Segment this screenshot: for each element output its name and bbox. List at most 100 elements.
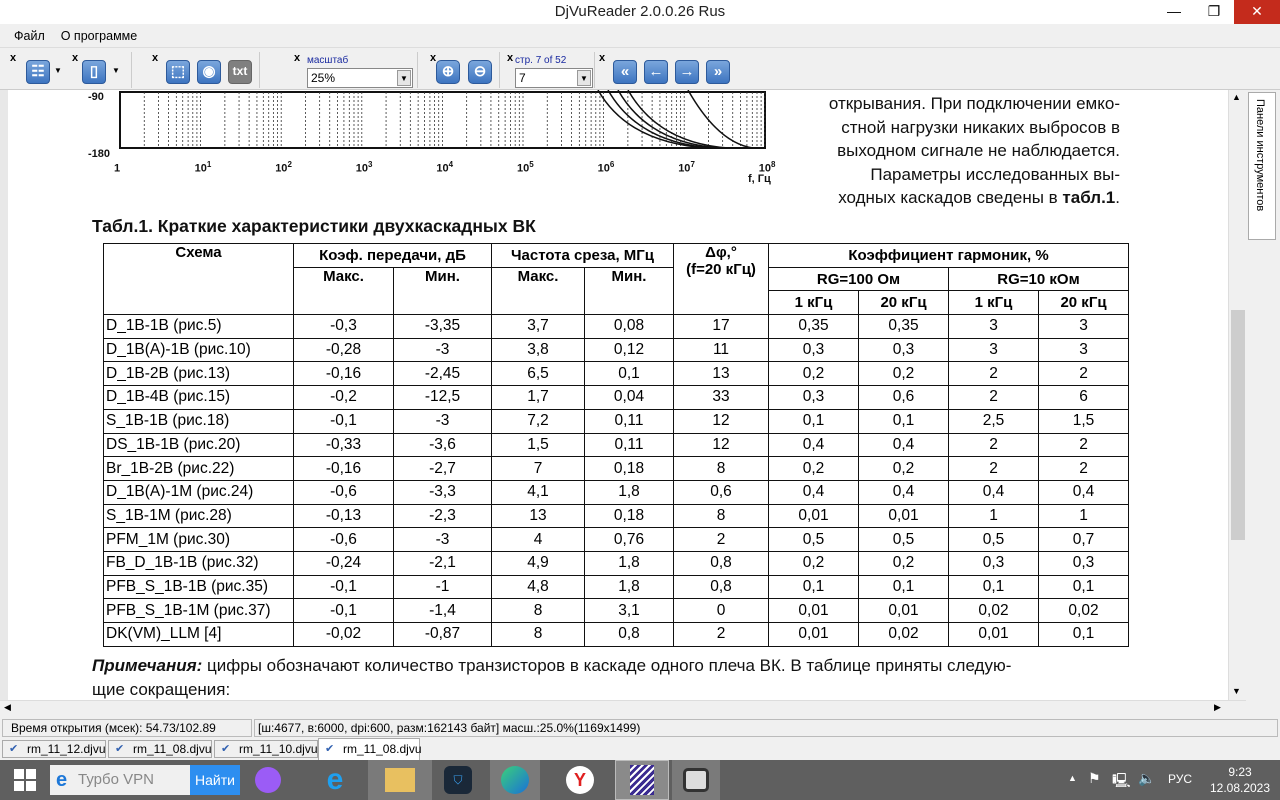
zoom-select[interactable]: 25% ▼ <box>307 68 413 88</box>
first-page-icon[interactable]: « <box>613 60 637 84</box>
header-rg10k: RG=10 кОм <box>948 266 1129 292</box>
minimize-button[interactable]: — <box>1154 0 1194 24</box>
cell-value: -12,5 <box>393 385 492 410</box>
header-phase-freq: (f=20 кГц) <box>686 261 756 278</box>
chevron-down-icon[interactable]: ▼ <box>112 66 120 75</box>
paragraph-line: стной нагрузки никаких выбросов в <box>841 117 1120 137</box>
next-page-icon[interactable]: → <box>675 60 699 84</box>
cell-scheme: Br_1B-2B (рис.22) <box>103 456 294 481</box>
action-center-flag-icon[interactable]: ⚑ <box>1088 770 1101 787</box>
close-button[interactable]: ✕ <box>1234 0 1280 24</box>
toolbar: x ☷ ▼ x ▯ ▼ x ⬚ ◉ txt x масштаб 25% ▼ x ⊕ ⊖… <box>0 50 1280 90</box>
taskbar: e Турбо VPN Найти e ⛉ Y ▲ ⚑ 🖳 🔈 РУС 9:23 1… <box>0 760 1280 800</box>
tab-document[interactable]: ✔ rm_11_08.djvu <box>108 740 212 758</box>
image-icon[interactable]: ◉ <box>197 60 221 84</box>
close-icon[interactable]: x <box>72 52 78 64</box>
chevron-down-icon[interactable]: ▼ <box>397 70 411 86</box>
language-indicator[interactable]: РУС <box>1168 772 1192 786</box>
close-icon[interactable]: x <box>10 52 16 64</box>
cell-value: 0,4 <box>858 479 949 505</box>
search-button[interactable]: Найти <box>190 765 240 795</box>
scroll-left-icon[interactable]: ◀ <box>4 702 11 713</box>
search-input[interactable]: e Турбо VPN <box>50 765 190 795</box>
restore-button[interactable]: ❐ <box>1194 0 1234 24</box>
cell-value: 3,8 <box>491 337 585 363</box>
menu-file[interactable]: Файл <box>6 29 53 43</box>
vertical-scroll-thumb[interactable] <box>1231 310 1245 540</box>
cell-value: 0,01 <box>858 503 949 529</box>
cell-value: 12 <box>673 408 769 434</box>
edge-app[interactable] <box>490 760 540 800</box>
page-select[interactable]: 7 ▼ <box>515 68 593 88</box>
cell-scheme: PFB_S_1B-1M (рис.37) <box>103 598 294 623</box>
page-layout-icon[interactable]: ▯ <box>82 60 106 84</box>
check-icon: ✔ <box>115 743 125 755</box>
start-button[interactable] <box>0 760 50 800</box>
x-tick-exponent: 1 <box>206 160 212 169</box>
cell-value: -0,1 <box>293 574 394 600</box>
scroll-up-icon[interactable]: ▲ <box>1232 92 1241 102</box>
cell-value: 2 <box>948 456 1039 481</box>
table-row: FB_D_1B-1B (рис.32) -0,24 -2,1 4,9 1,8 0,8 0,2… <box>103 550 1129 576</box>
alice-app[interactable] <box>243 760 293 800</box>
zoom-in-icon[interactable]: ⊕ <box>436 60 460 84</box>
cell-value: 4,8 <box>491 574 585 600</box>
close-icon[interactable]: x <box>599 52 605 64</box>
cell-value: 0,1 <box>768 574 859 600</box>
cell-value: 8 <box>491 598 585 623</box>
cell-value: -0,33 <box>293 432 394 458</box>
status-document-info: [ш:4677, в:6000, dpi:600, разм:162143 ба… <box>254 719 1278 737</box>
vpn-app[interactable]: ⛉ <box>433 760 483 800</box>
select-region-icon[interactable]: ⬚ <box>166 60 190 84</box>
cell-scheme: D_1B(A)-1M (рис.24) <box>103 479 294 505</box>
x-tick: 104 <box>436 160 453 175</box>
toolbar-group-zoom-buttons: x ⊕ ⊖ <box>428 52 500 88</box>
zoom-out-icon[interactable]: ⊖ <box>468 60 492 84</box>
last-page-icon[interactable]: » <box>706 60 730 84</box>
ie-app[interactable]: e <box>310 760 360 800</box>
toolbars-panel-label: Панели инструментов <box>1254 99 1266 212</box>
cell-value: -1,4 <box>393 598 492 623</box>
clock[interactable]: 9:23 12.08.2023 <box>1205 764 1275 796</box>
document-view[interactable]: -90 -180 1 101 102 103 104 105 106 107 108 f, Гц… <box>0 90 1228 700</box>
cell-value: 2 <box>1038 432 1129 458</box>
cell-scheme: D_1B-2B (рис.13) <box>103 361 294 387</box>
cell-value: 0,5 <box>948 527 1039 552</box>
close-icon[interactable]: x <box>430 52 436 64</box>
cell-value: 0,2 <box>858 550 949 576</box>
scroll-down-icon[interactable]: ▼ <box>1232 686 1241 696</box>
chevron-down-icon[interactable]: ▼ <box>54 66 62 75</box>
djvureader-app[interactable] <box>615 760 669 800</box>
header-20khz: 20 кГц <box>858 290 949 316</box>
cell-value: -0,1 <box>293 598 394 623</box>
tab-label: rm_11_10.djvu <box>239 742 318 756</box>
header-freq-min: Мин. <box>584 266 674 316</box>
x-tick-exponent: 3 <box>368 160 373 169</box>
show-hidden-icons[interactable]: ▲ <box>1068 773 1077 783</box>
x-tick-exponent: 7 <box>690 160 695 169</box>
close-icon[interactable]: x <box>507 52 513 64</box>
camera-icon <box>683 768 709 792</box>
cell-value: 0,1 <box>584 361 674 387</box>
tab-document[interactable]: ✔ rm_11_12.djvu <box>2 740 106 758</box>
close-icon[interactable]: x <box>294 52 300 64</box>
toolbars-panel-tab[interactable]: Панели инструментов <box>1248 92 1276 240</box>
text-mode-button[interactable]: txt <box>228 60 252 84</box>
network-icon[interactable]: 🖳 <box>1112 770 1131 794</box>
volume-icon[interactable]: 🔈 <box>1138 770 1155 787</box>
prev-page-icon[interactable]: ← <box>644 60 668 84</box>
close-icon[interactable]: x <box>152 52 158 64</box>
menu-about[interactable]: О программе <box>53 29 145 43</box>
horizontal-scrollbar[interactable]: ◀ ▶ <box>0 700 1246 716</box>
chevron-down-icon[interactable]: ▼ <box>577 70 591 86</box>
cell-scheme: S_1B-1B (рис.18) <box>103 408 294 434</box>
yandex-app[interactable]: Y <box>555 760 605 800</box>
scroll-right-icon[interactable]: ▶ <box>1214 702 1221 713</box>
explorer-app[interactable] <box>368 760 432 800</box>
camera-app[interactable] <box>672 760 720 800</box>
cell-value: -0,28 <box>293 337 394 363</box>
y-tick: -180 <box>88 148 111 160</box>
tab-document-active[interactable]: ✔ rm_11_08.djvu <box>318 738 422 760</box>
thumbnails-icon[interactable]: ☷ <box>26 60 50 84</box>
tab-document[interactable]: ✔ rm_11_10.djvu <box>214 740 318 758</box>
